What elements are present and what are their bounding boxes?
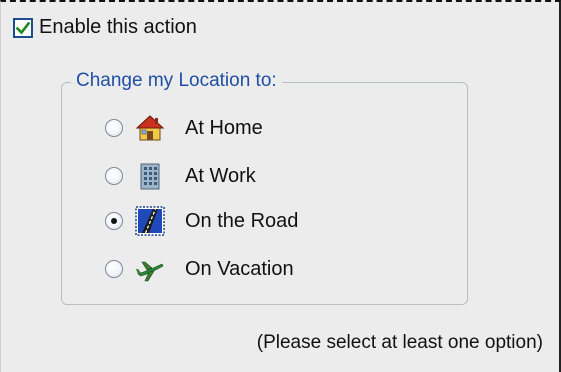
option-on-vacation[interactable]: On Vacation	[105, 251, 294, 287]
selection-hint-text: (Please select at least one option)	[256, 332, 543, 353]
house-icon	[135, 115, 165, 141]
on-the-road-radio[interactable]	[105, 212, 123, 230]
location-group-title: Change my Location to:	[71, 70, 282, 92]
enable-action-label[interactable]: Enable this action	[39, 16, 197, 39]
on-vacation-label[interactable]: On Vacation	[185, 258, 294, 281]
at-home-radio[interactable]	[105, 119, 123, 137]
road-icon	[135, 206, 165, 236]
enable-action-row[interactable]: Enable this action	[13, 16, 197, 39]
option-at-work[interactable]: At Work	[105, 158, 256, 194]
at-work-label[interactable]: At Work	[185, 165, 256, 188]
airplane-icon	[136, 261, 164, 282]
option-on-the-road[interactable]: On the Road	[105, 203, 298, 239]
office-building-icon	[140, 163, 160, 190]
at-work-radio[interactable]	[105, 167, 123, 185]
on-vacation-radio[interactable]	[105, 260, 123, 278]
on-the-road-label[interactable]: On the Road	[185, 210, 298, 233]
at-home-label[interactable]: At Home	[185, 117, 263, 140]
enable-action-checkbox[interactable]	[13, 17, 33, 38]
option-at-home[interactable]: At Home	[105, 110, 263, 146]
checkmark-icon	[16, 21, 30, 34]
action-dialog: Enable this action Change my Location to…	[0, 0, 561, 372]
